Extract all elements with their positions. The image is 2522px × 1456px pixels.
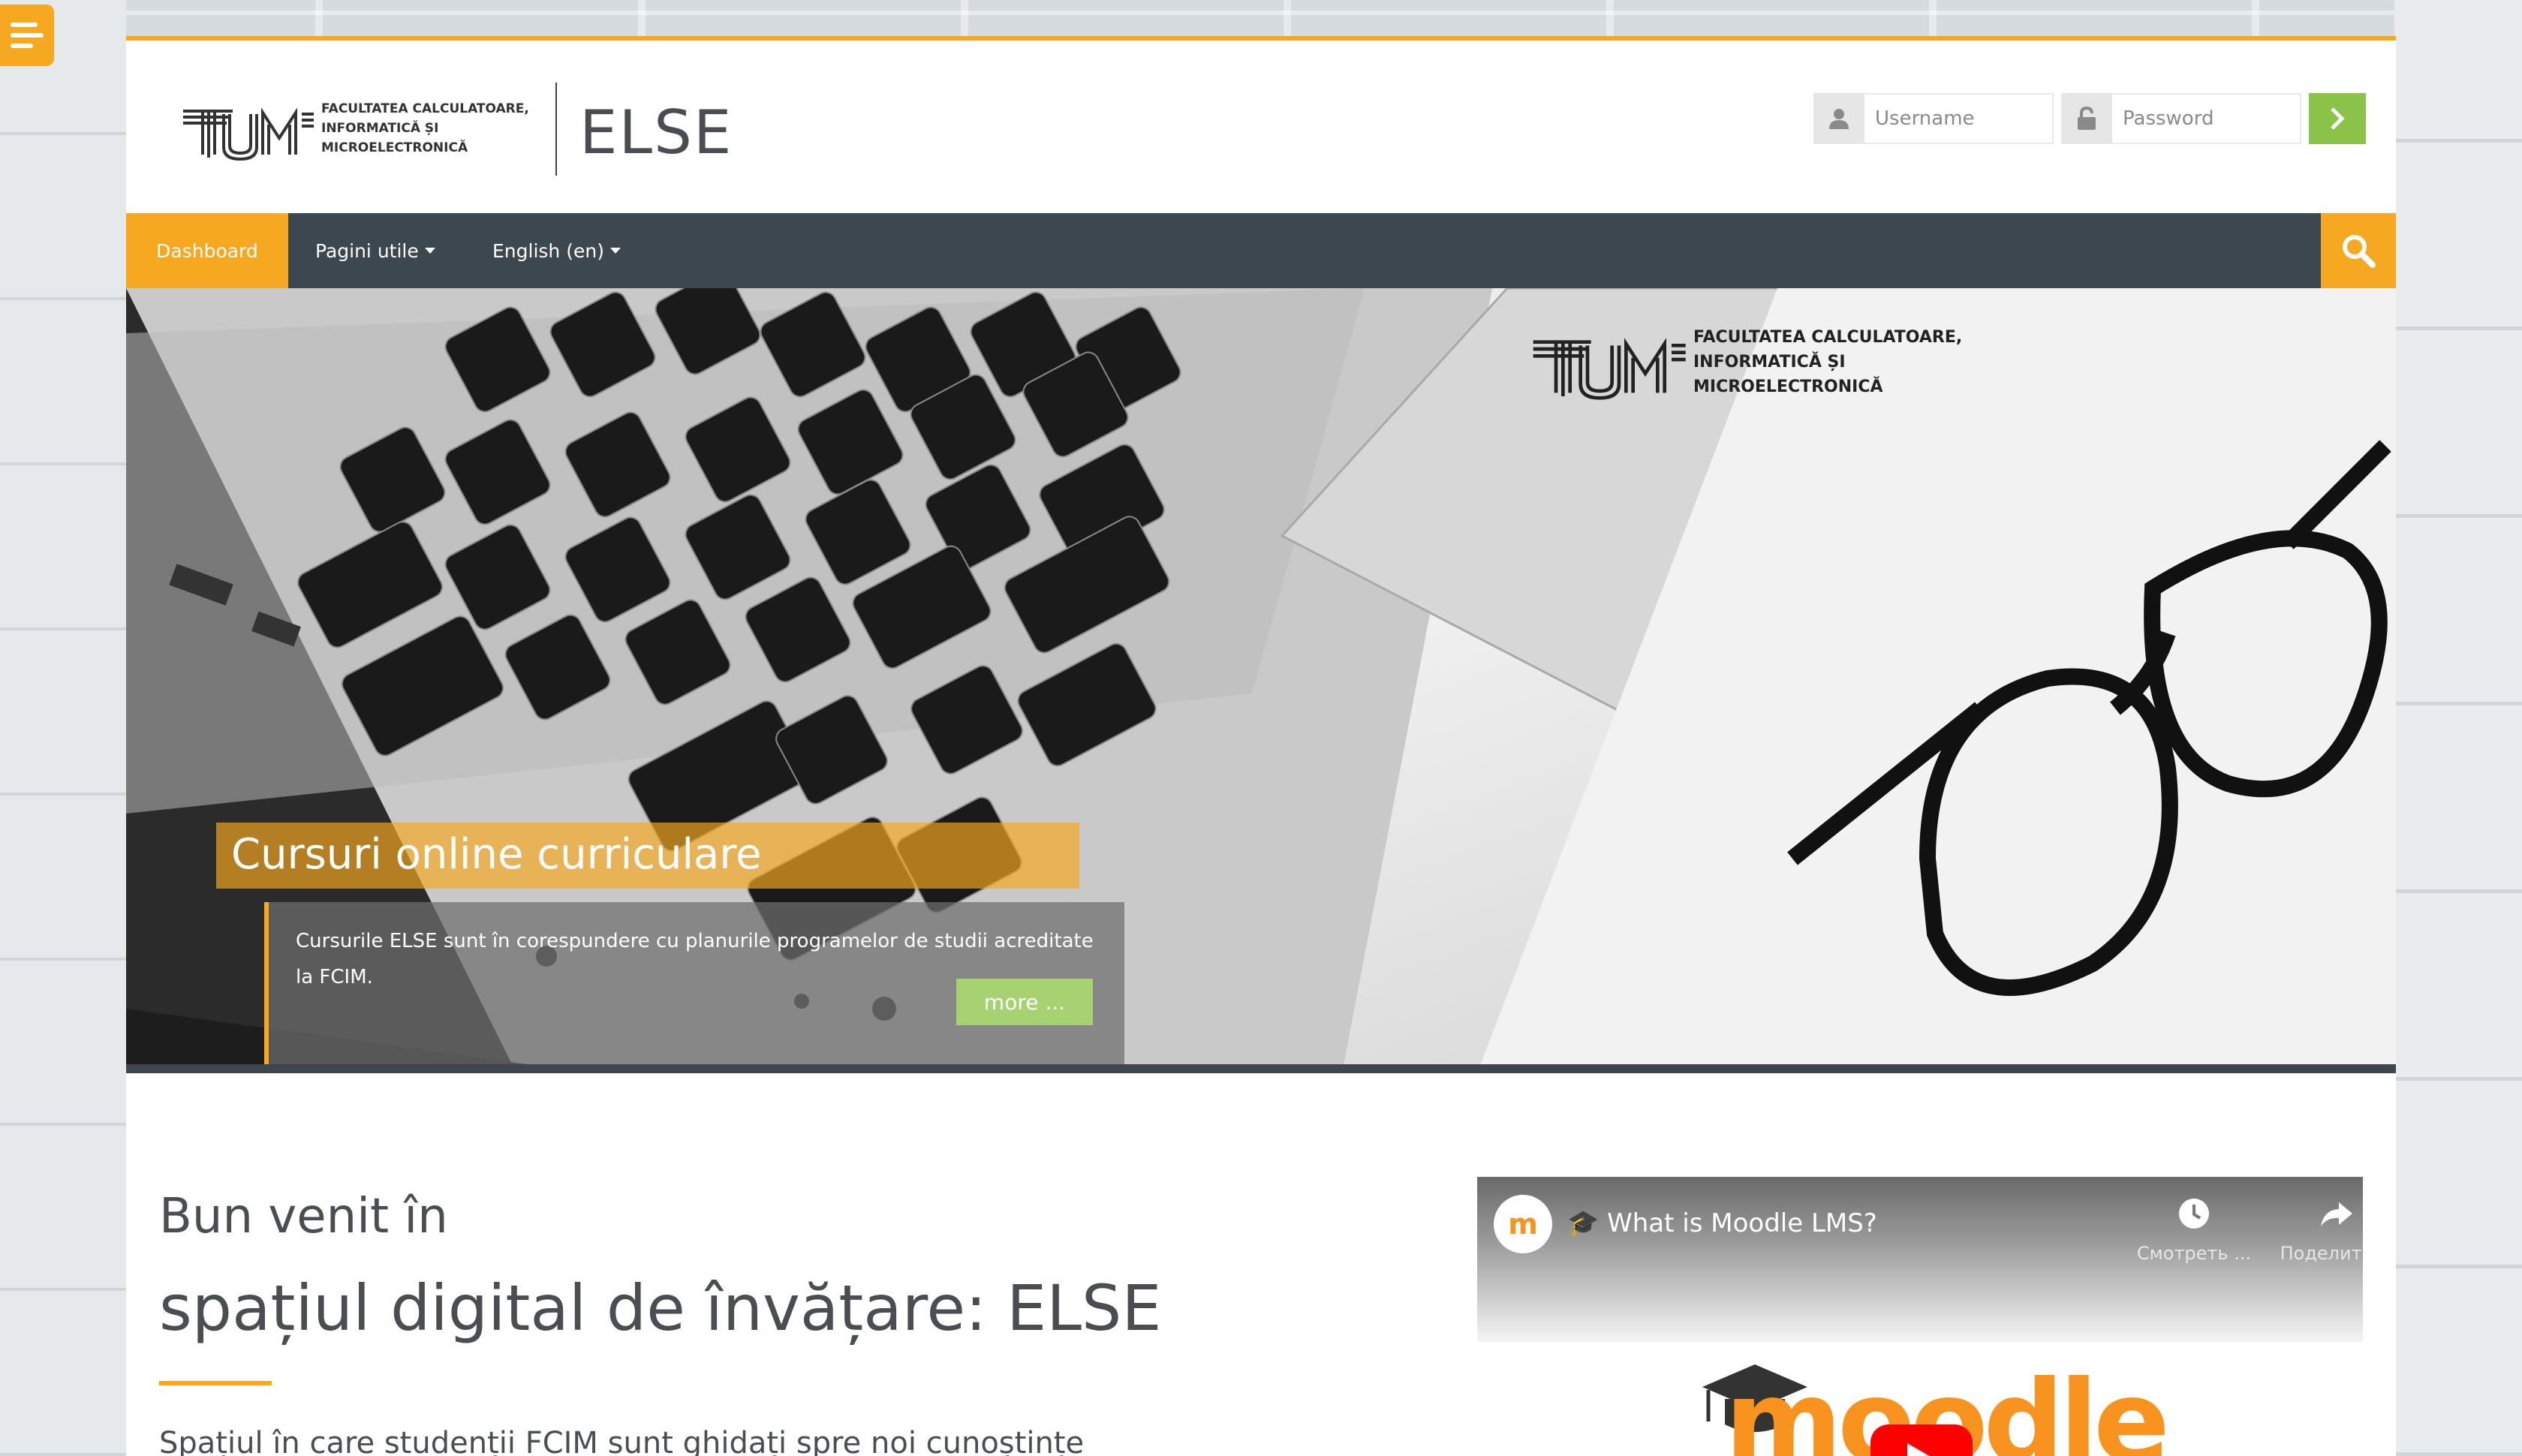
site-name[interactable]: ELSE — [579, 98, 733, 167]
caret-down-icon — [609, 248, 621, 254]
welcome-title: spațiul digital de învățare: ELSE — [159, 1271, 1162, 1345]
utm-logo-icon — [183, 107, 314, 161]
nav-item-label: Pagini utile — [315, 239, 419, 262]
background-right — [2394, 0, 2522, 1456]
nav-item-dashboard[interactable]: Dashboard — [126, 213, 288, 288]
faculty-logo[interactable]: FACULTATEA CALCULATOARE, INFORMATICĂ ȘI … — [180, 95, 539, 162]
main-navbar: Dashboard Pagini utile English (en) — [126, 213, 2396, 288]
username-input[interactable] — [1864, 93, 2054, 144]
share-icon — [2321, 1202, 2352, 1226]
hero-more-button[interactable]: more ... — [956, 979, 1093, 1025]
nav-item-pagini-utile[interactable]: Pagini utile — [315, 213, 435, 288]
search-button[interactable] — [2321, 213, 2396, 288]
user-icon — [1813, 93, 1864, 144]
hero-bottom-bar — [126, 1064, 2396, 1073]
chevron-right-icon — [2331, 107, 2345, 130]
search-icon — [2343, 235, 2376, 268]
watch-later-label: Смотреть ... — [2136, 1243, 2252, 1264]
nav-item-label: English (en) — [492, 239, 604, 262]
site-header: FACULTATEA CALCULATOARE, INFORMATICĂ ȘI … — [126, 41, 2396, 213]
watch-later-button[interactable]: Смотреть ... — [2130, 1195, 2258, 1264]
page-container: FACULTATEA CALCULATOARE, INFORMATICĂ ȘI … — [126, 36, 2396, 1456]
welcome-subtitle: Bun venit în — [159, 1189, 448, 1244]
nav-item-language[interactable]: English (en) — [492, 213, 621, 288]
welcome-description: Spațiul în care studenții FCIM sunt ghid… — [159, 1426, 1085, 1456]
background-left — [0, 0, 126, 1456]
clock-icon — [2179, 1199, 2209, 1229]
share-label: Поделиться — [2280, 1243, 2363, 1264]
drawer-toggle-button[interactable] — [0, 5, 54, 66]
nav-item-label: Dashboard — [156, 239, 258, 262]
moodle-channel-avatar[interactable]: m — [1494, 1195, 1552, 1253]
login-submit-button[interactable] — [2309, 93, 2366, 144]
play-icon — [1907, 1443, 1930, 1456]
username-field-group — [1813, 93, 2054, 144]
hero-faculty-logo: FACULTATEA CALCULATOARE, INFORMATICĂ ȘI … — [1530, 323, 1964, 402]
video-title[interactable]: 🎓 What is Moodle LMS? — [1567, 1208, 1877, 1238]
password-field-group — [2061, 93, 2301, 144]
login-form — [1813, 93, 2366, 144]
hero-slider: FACULTATEA CALCULATOARE, INFORMATICĂ ȘI … — [126, 288, 2396, 1073]
lock-icon — [2061, 93, 2112, 144]
hero-title: Cursuri online curriculare — [216, 823, 1079, 889]
youtube-play-button[interactable] — [1870, 1424, 1973, 1456]
password-input[interactable] — [2112, 93, 2301, 144]
hero-logo-text: FACULTATEA CALCULATOARE, INFORMATICĂ ȘI … — [1693, 328, 1963, 396]
share-button[interactable]: Поделиться — [2273, 1195, 2363, 1264]
logo-divider — [555, 83, 557, 176]
utm-logo-icon — [1533, 338, 1686, 400]
caret-down-icon — [424, 248, 435, 254]
logo-text: FACULTATEA CALCULATOARE, INFORMATICĂ ȘI … — [321, 101, 529, 155]
welcome-divider — [159, 1381, 272, 1385]
youtube-embed[interactable]: m 🎓 What is Moodle LMS? Смотреть ... Под… — [1477, 1177, 2363, 1456]
